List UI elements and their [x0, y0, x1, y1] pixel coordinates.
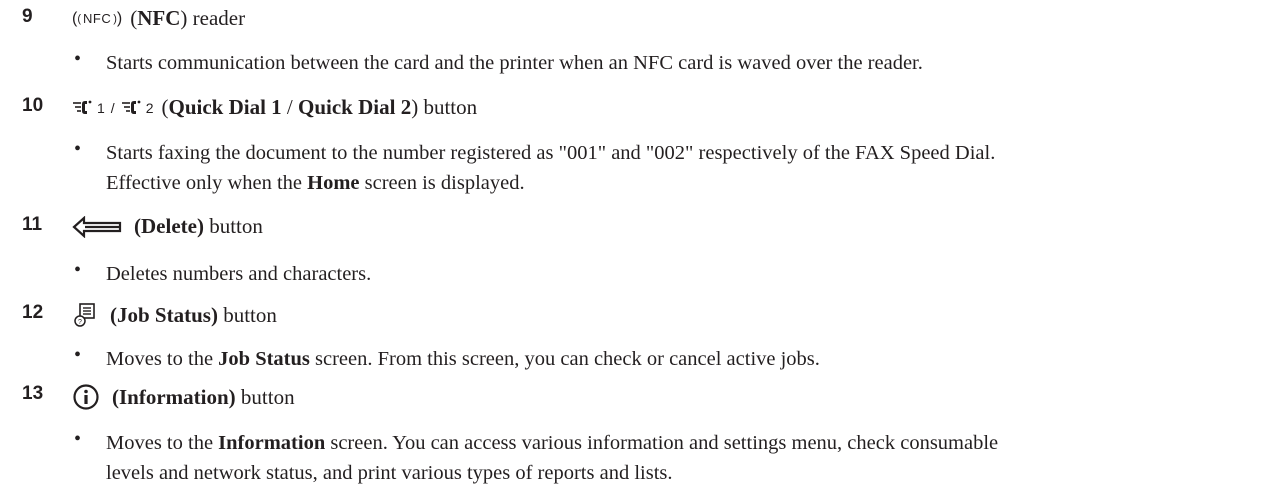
bullet-text: Starts communication between the card an…	[106, 52, 923, 74]
item-number: 9	[22, 6, 33, 27]
item-heading: 1 / 2 (Quick Dial 1 / Quick Dial 2) butt…	[72, 95, 477, 120]
bullet-text: Moves to the Job Status screen. From thi…	[106, 348, 820, 370]
bullet: •	[74, 138, 82, 160]
svg-text:?: ?	[78, 319, 82, 326]
item-number: 10	[22, 95, 44, 116]
bullet: •	[74, 428, 82, 450]
item-number: 13	[22, 383, 44, 404]
item-heading: (( NFC )) (NFC) reader	[72, 6, 246, 30]
bullet: •	[74, 344, 82, 366]
item-number: 11	[22, 214, 43, 235]
bullet-text: Starts faxing the document to the number…	[106, 142, 996, 194]
bullet: •	[74, 259, 82, 281]
bullet-text: Moves to the Information screen. You can…	[106, 432, 999, 484]
item-heading: (Information) button	[72, 383, 295, 411]
item-heading: ? (Job Status) button	[72, 302, 277, 328]
item-heading: (Delete) button	[72, 214, 263, 239]
quick-dial-icon: 1 / 2	[72, 98, 153, 118]
bullet-text: Deletes numbers and characters.	[106, 263, 372, 285]
information-icon	[72, 383, 100, 411]
nfc-icon: (( NFC ))	[72, 9, 123, 27]
delete-arrow-icon	[72, 215, 122, 238]
bullet: •	[74, 48, 82, 70]
item-number: 12	[22, 302, 44, 323]
job-status-icon: ?	[72, 302, 98, 328]
